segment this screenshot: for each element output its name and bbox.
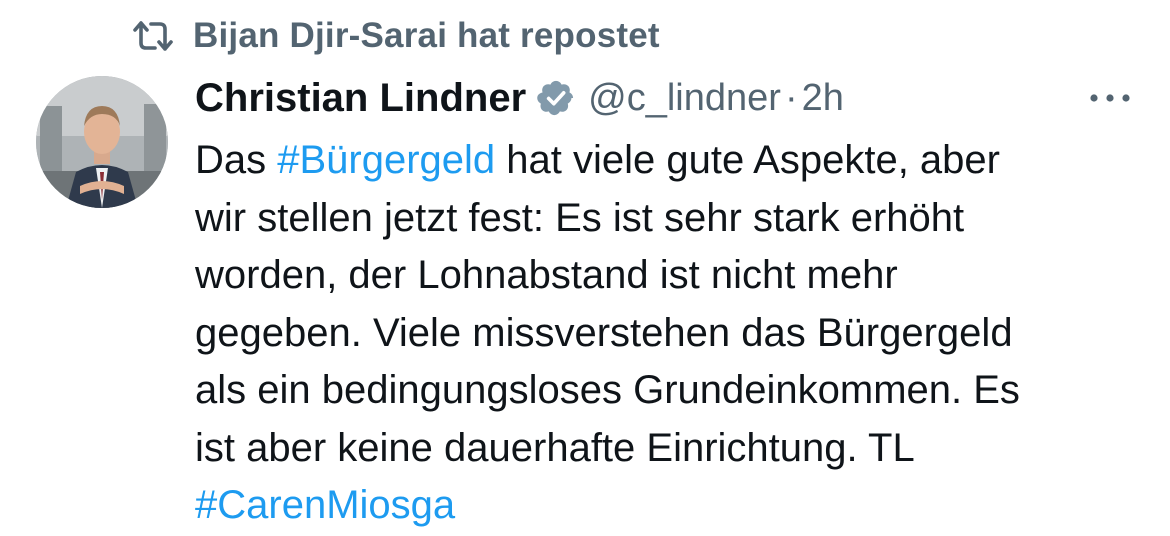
tweet-text: Das #Bürgergeld hat viele gute Aspekte, …	[195, 132, 1145, 535]
repost-label: Bijan Djir-Sarai hat repostet	[193, 16, 660, 55]
tweet-text-segment: wir stellen jetzt fest: Es ist sehr star…	[195, 195, 965, 240]
author-name[interactable]: Christian Lindner	[195, 76, 526, 121]
tweet-line: wir stellen jetzt fest: Es ist sehr star…	[195, 190, 1145, 248]
tweet-line: gegeben. Viele missverstehen das Bürgerg…	[195, 305, 1145, 363]
tweet-text-segment: hat viele gute Aspekte, aber	[495, 138, 1000, 182]
tweet-line: Das #Bürgergeld hat viele gute Aspekte, …	[195, 132, 1145, 190]
verified-badge-icon[interactable]	[536, 77, 578, 119]
repost-icon	[133, 16, 173, 56]
tweet-text-segment: ist aber keine dauerhafte Einrichtung. T…	[195, 425, 915, 470]
hashtag-link[interactable]: #Bürgergeld	[277, 138, 495, 182]
tweet-text-segment: als ein bedingungsloses Grundeinkommen. …	[195, 368, 1020, 412]
hashtag-link[interactable]: #CarenMiosga	[195, 483, 455, 527]
tweet-text-segment: worden, der Lohnabstand ist nicht mehr	[195, 253, 898, 297]
tweet-text-segment: gegeben. Viele missverstehen das Bürgerg…	[195, 310, 1013, 355]
tweet-line: ist aber keine dauerhafte Einrichtung. T…	[195, 420, 1145, 478]
tweet-card[interactable]: Bijan Djir-Sarai hat repostet Christian …	[0, 0, 1170, 536]
more-options-icon[interactable]	[1086, 82, 1134, 114]
avatar[interactable]	[36, 76, 168, 208]
separator-dot: ·	[784, 76, 798, 119]
repost-indicator[interactable]: Bijan Djir-Sarai hat repostet	[133, 14, 660, 58]
tweet-line: als ein bedingungsloses Grundeinkommen. …	[195, 362, 1145, 420]
tweet-text-segment: Das	[195, 138, 278, 182]
tweet-line: worden, der Lohnabstand ist nicht mehr	[195, 247, 1145, 305]
author-handle[interactable]: @c_lindner	[588, 77, 781, 120]
tweet-line: #CarenMiosga	[195, 477, 1145, 535]
timestamp[interactable]: 2h	[802, 77, 844, 120]
tweet-header: Christian Lindner @c_lindner · 2h	[195, 70, 844, 126]
